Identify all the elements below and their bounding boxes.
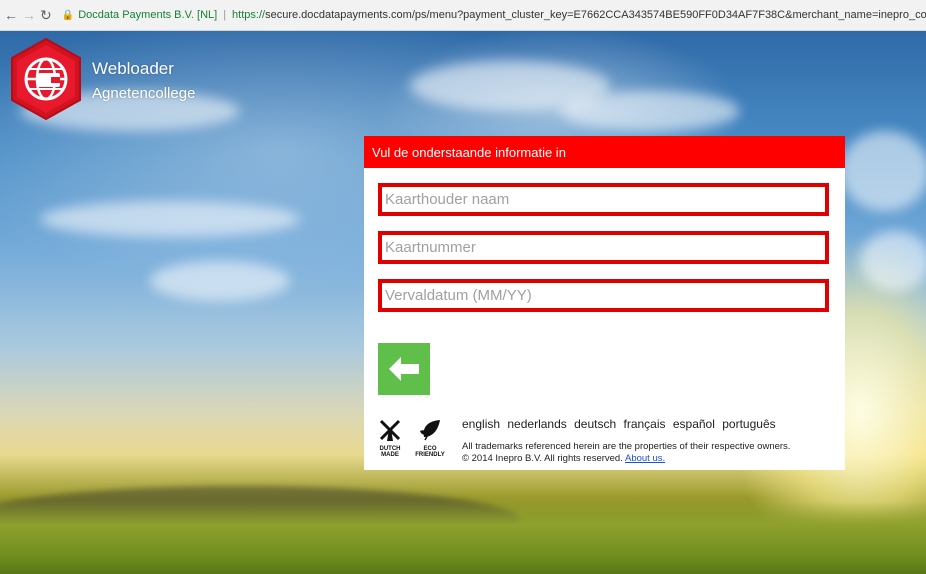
cloud [860,231,926,291]
globe-wallet-icon [11,37,81,121]
back-arrow-icon[interactable]: ← [4,7,18,23]
lock-icon: 🔒 [61,9,75,21]
url-scheme: https:// [232,9,266,21]
badges: DUTCH MADE ECO FRIENDLY [374,419,446,458]
cloud [40,201,300,237]
brand-subtitle: Agnetencollege [92,85,196,102]
brand-name: Webloader [92,59,174,78]
legal-text: All trademarks referenced herein are the… [462,441,790,465]
back-button[interactable] [378,343,430,395]
card-number-input[interactable] [385,235,825,260]
cloud [560,91,740,131]
card-number-field[interactable] [378,231,829,264]
language-link-deutsch[interactable]: deutsch [574,417,616,431]
site-identity[interactable]: Docdata Payments B.V. [NL] [78,9,217,21]
cardholder-name-input[interactable] [385,187,825,212]
language-link-francais[interactable]: français [623,417,665,431]
eco-friendly-badge: ECO FRIENDLY [414,419,446,458]
language-links: english nederlands deutsch français espa… [462,417,780,431]
payment-form-card: Vul de onderstaande informatie in DUTCH [364,136,845,470]
expiry-date-field[interactable] [378,279,829,312]
language-link-english[interactable]: english [462,417,500,431]
reload-icon[interactable]: ↻ [40,7,52,24]
expiry-date-input[interactable] [385,283,825,308]
language-link-espanol[interactable]: español [673,417,715,431]
url-path: secure.docdatapayments.com/ps/menu?payme… [265,9,926,21]
brand-block: Webloader Agnetencollege [92,59,195,102]
trademark-notice: All trademarks referenced herein are the… [462,441,791,452]
form-header: Vul de onderstaande informatie in [364,136,845,168]
about-us-link[interactable]: About us. [625,453,665,464]
leaf-icon [420,420,440,441]
arrow-left-icon [389,357,419,381]
cloud [150,261,290,301]
url-separator: | [223,9,227,21]
webloader-logo [8,37,84,121]
copyright-text: © 2014 Inepro B.V. All rights reserved. [462,453,623,464]
copyright-line: © 2014 Inepro B.V. All rights reserved. … [462,453,790,465]
forward-arrow-icon[interactable]: → [22,7,36,23]
windmill-icon [379,419,401,441]
cardholder-name-field[interactable] [378,183,829,216]
eco-label-2: FRIENDLY [415,452,445,458]
page-background: Webloader Agnetencollege Vul de ondersta… [0,31,926,574]
cloud [840,131,926,211]
dutch-label-2: MADE [381,452,399,458]
url-text[interactable]: https://secure.docdatapayments.com/ps/me… [232,9,926,21]
language-link-portugues[interactable]: português [722,417,775,431]
dutch-made-badge: DUTCH MADE [374,419,406,458]
language-link-nederlands[interactable]: nederlands [507,417,566,431]
grass-field [0,501,926,574]
browser-address-bar: ← → ↻ 🔒 Docdata Payments B.V. [NL] | htt… [0,0,926,31]
